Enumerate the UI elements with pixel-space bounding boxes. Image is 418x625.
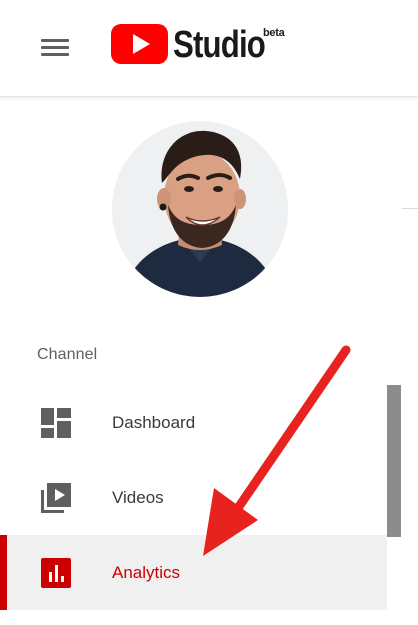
sidebar-item-label: Videos: [112, 488, 164, 507]
youtube-play-icon: [111, 24, 168, 64]
scrollbar-thumb[interactable]: [387, 385, 401, 537]
panel-divider: [402, 208, 418, 209]
logo-wordmark: Studio: [173, 24, 266, 66]
beta-badge: beta: [263, 27, 285, 39]
videos-icon: [41, 483, 71, 513]
active-indicator: [0, 535, 7, 610]
sidebar-item-videos[interactable]: Videos: [0, 460, 387, 535]
dashboard-icon: [41, 408, 71, 438]
sidebar-item-label: Dashboard: [112, 413, 196, 432]
sidebar-item-dashboard[interactable]: Dashboard: [0, 385, 387, 460]
hamburger-menu-icon[interactable]: [37, 35, 73, 61]
sidebar-item-analytics[interactable]: Analytics: [0, 535, 387, 610]
channel-section-label: Channel: [37, 346, 98, 363]
analytics-icon: [41, 558, 71, 588]
sidebar-item-label: Analytics: [112, 563, 181, 582]
channel-avatar[interactable]: [112, 121, 288, 297]
top-app-bar: Studio beta: [0, 0, 418, 97]
